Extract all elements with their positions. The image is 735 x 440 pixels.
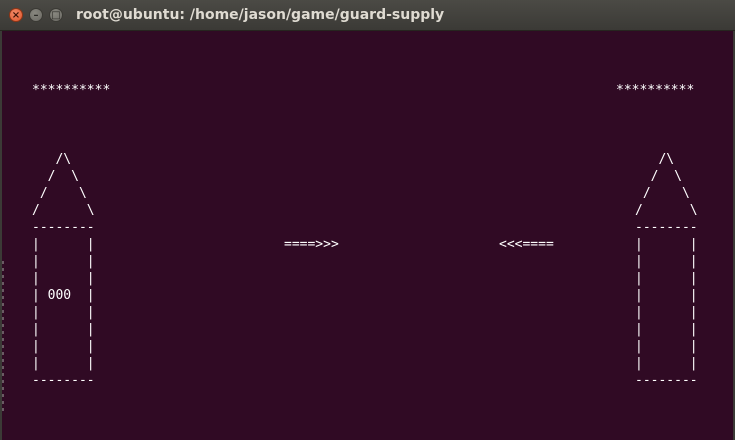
scroll-marks	[2, 261, 4, 411]
left-health-bar: **********	[32, 83, 111, 98]
close-icon[interactable]: ×	[9, 8, 23, 22]
minimize-icon[interactable]: –	[29, 8, 43, 22]
window-title: root@ubuntu: /home/jason/game/guard-supp…	[76, 7, 445, 23]
right-tower: /\ / \ / \ / \ -------- | | | | | | | | …	[635, 152, 698, 388]
terminal-window: × – □ root@ubuntu: /home/jason/game/guar…	[0, 0, 735, 440]
right-health-bar: **********	[616, 83, 695, 98]
terminal-area[interactable]: ********** ********** /\ / \ / \ / \ ---…	[0, 31, 735, 440]
left-projectile: ====>>>	[284, 237, 339, 252]
right-projectile: <<<====	[499, 237, 554, 252]
maximize-icon[interactable]: □	[49, 8, 63, 22]
title-bar[interactable]: × – □ root@ubuntu: /home/jason/game/guar…	[0, 0, 735, 31]
left-tower: /\ / \ / \ / \ -------- | | | | | | | 00…	[32, 152, 95, 388]
